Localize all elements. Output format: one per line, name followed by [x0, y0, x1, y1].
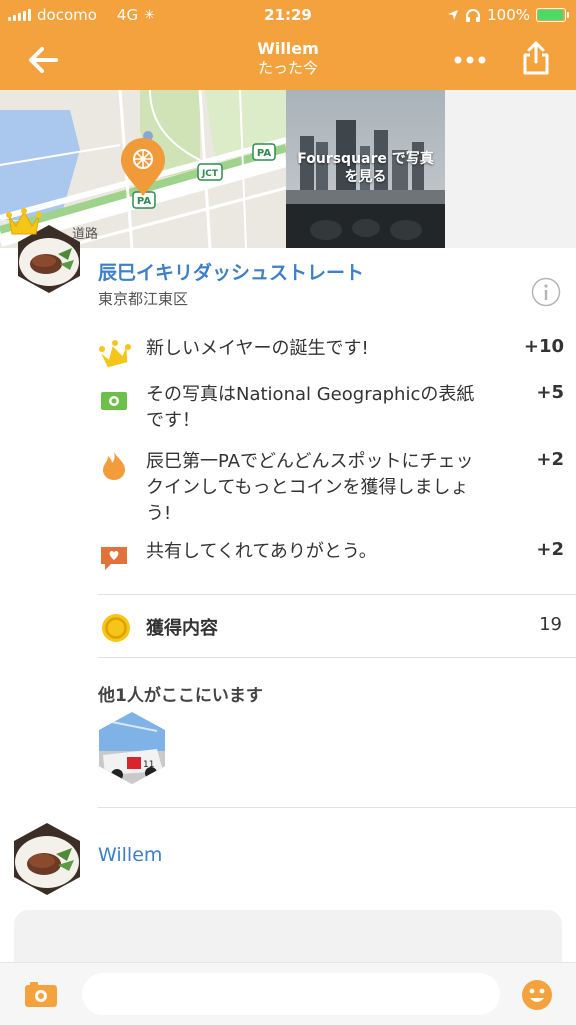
reward-points: +2: [536, 539, 564, 560]
battery-icon: [536, 8, 569, 22]
mayor-crown-icon: [6, 208, 42, 235]
total-label: 獲得内容: [146, 618, 218, 639]
location-arrow-icon: [448, 10, 459, 20]
others-here-title: 他1人がここにいます: [98, 686, 263, 706]
reward-item-photo: その写真はNational Geographicの表紙です！ +5: [98, 382, 564, 436]
comment-card: [14, 910, 562, 964]
info-icon[interactable]: [531, 277, 561, 307]
photo-caption: Foursquare で写真 を見る: [286, 150, 445, 186]
venue-photo[interactable]: Foursquare で写真 を見る: [286, 90, 445, 248]
reward-item-checkin: 辰巳第一PAでどんどんスポットにチェックインしてもっとコインを獲得しましょう! …: [98, 449, 564, 529]
camera-icon: [101, 392, 127, 410]
nav-bar: Willem たった今: [0, 30, 576, 90]
crown-icon: [99, 340, 131, 368]
status-right: 100%: [447, 6, 569, 24]
camera-button-icon[interactable]: [24, 981, 58, 1009]
user-avatar[interactable]: [12, 822, 82, 896]
total-value: 19: [539, 614, 562, 635]
emoji-button-icon[interactable]: [521, 979, 553, 1011]
venue-location: 東京都江東区: [98, 290, 189, 308]
banner-filler: [445, 90, 576, 248]
reward-points: +10: [523, 336, 564, 357]
reward-item-mayor: 新しいメイヤーの誕生です! +10: [98, 336, 564, 368]
flame-icon: [103, 452, 125, 480]
divider: [98, 594, 576, 595]
back-arrow-icon[interactable]: [26, 44, 62, 76]
headphones-icon: [466, 9, 481, 22]
share-icon[interactable]: [522, 40, 550, 76]
venue-banner: PA JCT PA 道路 Foursquare で写真 を見る: [0, 90, 576, 248]
status-bar: docomo 4G ✳ 21:29 100%: [0, 0, 576, 30]
comment-bar: [0, 962, 576, 1025]
reward-text: 新しいメイヤーの誕生です!: [146, 338, 369, 359]
venue-name[interactable]: 辰巳イキリダッシュストレート: [98, 258, 364, 285]
reward-item-share: 共有してくれてありがとう。 +2: [98, 539, 564, 570]
coin-icon: [102, 614, 130, 642]
nav-subtitle: たった今: [257, 59, 318, 77]
reward-points: +5: [536, 382, 564, 403]
reward-text: その写真はNational Geographicの表紙です！: [146, 384, 475, 431]
reward-points: +2: [536, 449, 564, 470]
heart-bubble-icon: [101, 547, 127, 570]
other-user-avatar[interactable]: 11: [97, 711, 167, 785]
photo-caption-line2: を見る: [344, 169, 387, 185]
nav-title: Willem: [257, 39, 319, 58]
nav-title-block: Willem たった今: [150, 40, 426, 78]
user-name-link[interactable]: Willem: [98, 844, 162, 866]
map-label-pa-1: PA: [257, 148, 271, 159]
comment-input[interactable]: [82, 973, 500, 1015]
photo-caption-line1: Foursquare で写真: [297, 151, 434, 167]
divider: [98, 807, 576, 808]
map-label-pa-2: PA: [137, 196, 151, 207]
battery-percent: 100%: [487, 6, 530, 24]
more-icon[interactable]: [452, 48, 488, 72]
battery-fill: [538, 10, 563, 20]
divider: [98, 657, 576, 658]
map-label-jct: JCT: [201, 169, 219, 179]
reward-text: 共有してくれてありがとう。: [146, 541, 377, 562]
reward-text: 辰巳第一PAでどんどんスポットにチェックインしてもっとコインを獲得しましょう!: [146, 451, 474, 524]
